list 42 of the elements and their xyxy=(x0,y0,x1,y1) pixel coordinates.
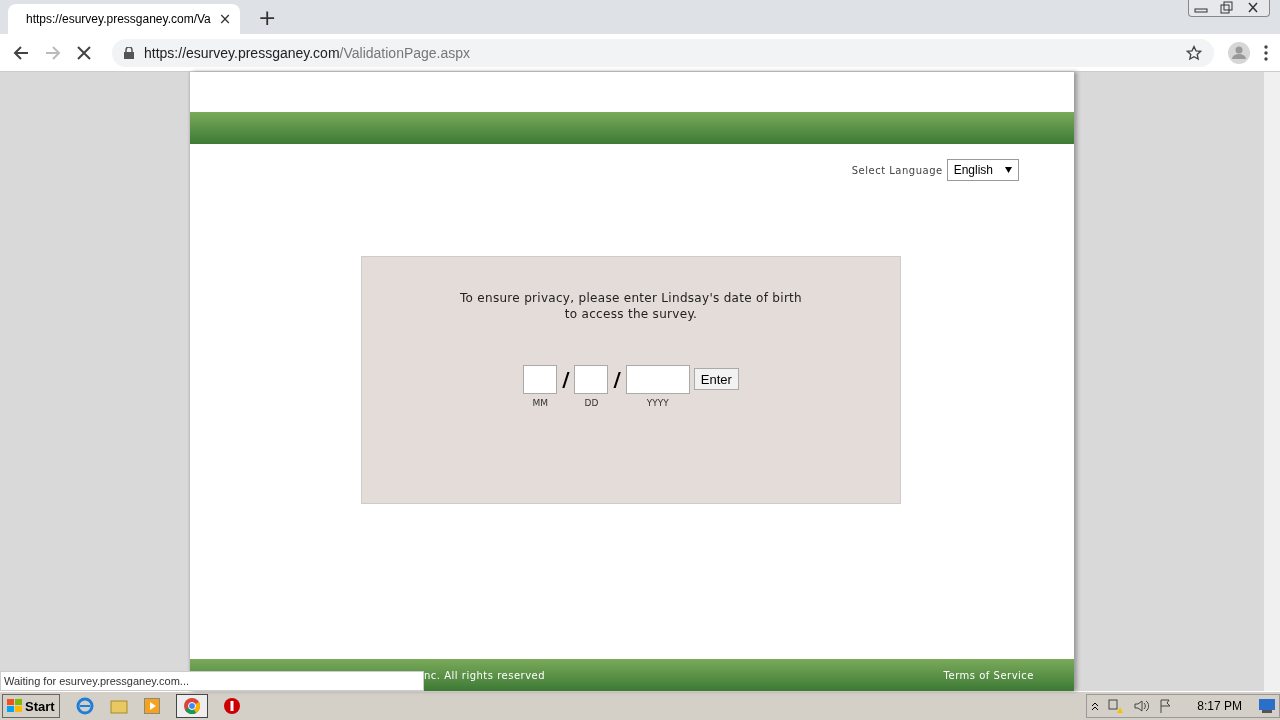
media-player-icon[interactable] xyxy=(143,698,160,714)
start-button[interactable]: Start xyxy=(2,694,60,718)
date-input-field[interactable] xyxy=(574,365,609,394)
field-caption: YYYY xyxy=(646,398,669,408)
terms-link[interactable]: Terms of Service xyxy=(943,669,1034,681)
taskbar-chrome-button[interactable] xyxy=(175,694,208,718)
field-caption: MM xyxy=(532,398,548,408)
lock-icon xyxy=(124,46,134,59)
address-bar[interactable]: https://esurvey.pressganey.com/ValidationPage.aspx xyxy=(112,38,1214,67)
field-caption: DD xyxy=(584,398,599,408)
taskbar-clock: 8:17 PM xyxy=(1197,699,1242,713)
forward-icon[interactable] xyxy=(44,43,62,62)
speaker-icon[interactable] xyxy=(1133,698,1150,714)
show-desktop-icon[interactable] xyxy=(1259,699,1275,713)
star-icon[interactable] xyxy=(1186,44,1202,61)
language-select[interactable]: English xyxy=(946,159,1019,181)
enter-button[interactable]: Enter xyxy=(693,368,739,390)
stop-loading-icon[interactable] xyxy=(76,44,92,61)
privacy-prompt: To ensure privacy, please enter Lindsay's date of birth to access the survey. xyxy=(459,290,803,322)
chrome-logo-icon xyxy=(183,698,200,714)
copyright-text: nc. All rights reserved xyxy=(424,669,547,681)
status-bubble: Waiting for esurvey.pressganey.com... xyxy=(0,671,424,691)
profile-avatar-icon[interactable] xyxy=(1228,41,1250,64)
tab-title: https://esurvey.pressganey.com/Va xyxy=(26,12,211,26)
close-tab-button[interactable]: × xyxy=(218,10,232,28)
language-label: Select Language xyxy=(851,164,943,176)
new-tab-button[interactable]: + xyxy=(258,5,277,30)
browser-tab[interactable]: https://esurvey.pressganey.com/Va × xyxy=(8,4,240,34)
window-controls[interactable] xyxy=(1188,0,1270,17)
stop-sign-icon[interactable] xyxy=(223,698,240,714)
chevron-up-icon[interactable] xyxy=(1091,701,1100,711)
windows-logo-icon xyxy=(7,699,23,713)
menu-icon[interactable] xyxy=(1264,44,1268,61)
date-separator: / xyxy=(612,366,622,393)
dropdown-caret-icon xyxy=(1005,167,1012,173)
scrollbar[interactable] xyxy=(1264,72,1280,691)
date-input-field[interactable] xyxy=(625,365,690,394)
date-input-field[interactable] xyxy=(523,365,558,394)
network-warning-icon[interactable] xyxy=(1108,698,1125,714)
date-separator: / xyxy=(561,366,571,393)
back-icon[interactable] xyxy=(12,43,30,62)
browser-e-icon[interactable] xyxy=(75,697,94,715)
